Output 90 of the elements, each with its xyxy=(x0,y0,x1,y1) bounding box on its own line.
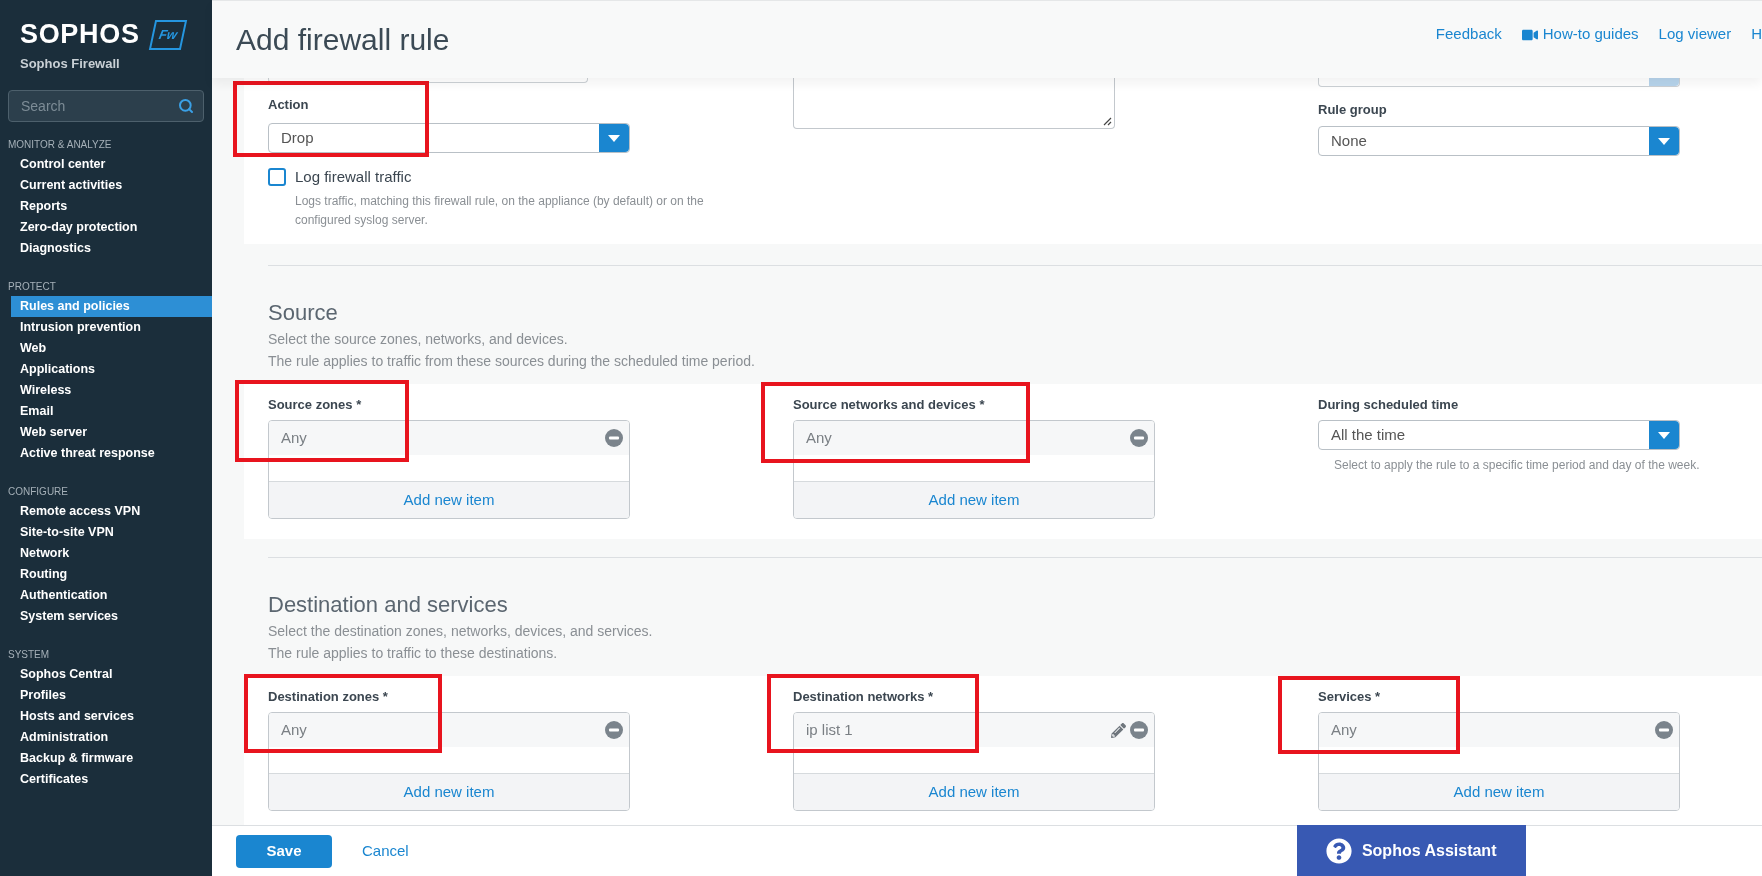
nav-item[interactable]: Control center xyxy=(11,153,212,175)
remove-icon[interactable] xyxy=(1130,721,1148,739)
nav-item[interactable]: Routing xyxy=(11,563,212,585)
field-label: Source zones * xyxy=(268,396,363,414)
nav-item[interactable]: Administration xyxy=(11,726,212,748)
nav-item[interactable]: Sophos Central xyxy=(11,663,212,685)
nav-item[interactable]: Active threat response xyxy=(11,442,212,464)
nav-item[interactable]: Wireless xyxy=(11,379,212,401)
cancel-link[interactable]: Cancel xyxy=(362,839,409,863)
header-link[interactable]: How-to guides xyxy=(1521,23,1639,46)
resize-handle-icon[interactable] xyxy=(1103,117,1112,126)
nav-item[interactable]: Web server xyxy=(11,421,212,443)
input-field[interactable] xyxy=(268,78,588,83)
nav-item[interactable]: Current activities xyxy=(11,174,212,196)
field-label: Destination networks * xyxy=(793,688,935,706)
header-link[interactable]: H xyxy=(1751,23,1762,46)
product-badge: Fw xyxy=(148,20,187,50)
page-title: Add firewall rule xyxy=(236,22,451,58)
nav-item[interactable]: Certificates xyxy=(11,768,212,790)
nav-group-title: SYSTEM xyxy=(7,647,51,662)
field-label: Rule group xyxy=(1318,101,1388,119)
dropdown-button[interactable] xyxy=(599,124,629,152)
field-label: Action xyxy=(268,96,310,114)
checkbox-hint: Logs traffic, matching this firewall rule, on the appliance (by default) or on the configured syslog server. xyxy=(294,192,705,229)
list-item[interactable]: ip list 1 xyxy=(794,713,1154,747)
select-field[interactable]: None xyxy=(1318,126,1680,156)
assistant-button[interactable]: Sophos Assistant xyxy=(1296,825,1526,876)
nav-item[interactable]: Applications xyxy=(11,358,212,380)
caret-icon xyxy=(1658,137,1670,145)
caret-icon xyxy=(608,134,620,142)
add-item-button[interactable]: Add new item xyxy=(269,481,629,518)
nav-item[interactable]: Diagnostics xyxy=(11,237,212,259)
remove-icon[interactable] xyxy=(605,429,623,447)
dropdown-button[interactable] xyxy=(1649,421,1679,449)
section-description: Select the source zones, networks, and devices. xyxy=(268,330,569,349)
field-label: Services * xyxy=(1318,688,1382,706)
help-icon xyxy=(1325,837,1352,864)
list-item[interactable]: Any xyxy=(269,421,629,455)
caret-icon xyxy=(1658,431,1670,439)
select-field[interactable]: Drop xyxy=(268,123,630,153)
nav-item[interactable]: Authentication xyxy=(11,584,212,606)
nav-group-title: PROTECT xyxy=(7,279,57,294)
save-button[interactable]: Save xyxy=(236,834,332,868)
description-field[interactable] xyxy=(793,78,1115,129)
nav-item[interactable]: Hosts and services xyxy=(11,705,212,727)
section-description: The rule applies to traffic from these sources during the scheduled time period. xyxy=(268,352,756,371)
nav-item[interactable]: Web xyxy=(11,337,212,359)
section-description: Select the destination zones, networks, devices, and services. xyxy=(268,622,654,641)
section-title: Destination and services xyxy=(268,591,509,619)
checkbox[interactable] xyxy=(268,168,286,187)
logo-text: SOPHOS xyxy=(20,20,140,48)
add-item-button[interactable]: Add new item xyxy=(269,773,629,810)
nav-item[interactable]: Backup & firmware xyxy=(11,747,212,769)
remove-icon[interactable] xyxy=(1130,429,1148,447)
nav-item[interactable]: Intrusion prevention xyxy=(11,316,212,338)
header-link[interactable]: Feedback xyxy=(1435,23,1502,46)
nav-item[interactable]: Remote access VPN xyxy=(11,500,212,522)
select-field[interactable] xyxy=(1318,78,1680,87)
nav-item[interactable]: Email xyxy=(11,400,212,422)
section-title: Source xyxy=(268,299,339,327)
add-item-button[interactable]: Add new item xyxy=(794,773,1154,810)
field-label: During scheduled time xyxy=(1318,396,1460,414)
add-item-button[interactable]: Add new item xyxy=(794,481,1154,518)
nav-item[interactable]: Network xyxy=(11,542,212,564)
field-label: Destination zones * xyxy=(268,688,389,706)
nav-group-title: CONFIGURE xyxy=(7,484,69,499)
search-icon[interactable] xyxy=(178,97,194,114)
list-item[interactable]: Any xyxy=(269,713,629,747)
nav-item[interactable]: Rules and policies xyxy=(11,295,212,317)
select-field[interactable]: All the time xyxy=(1318,420,1680,450)
field-label: Source networks and devices * xyxy=(793,396,986,414)
nav-item[interactable]: Profiles xyxy=(11,684,212,706)
search-field[interactable]: Search xyxy=(8,89,204,122)
list-item[interactable]: Any xyxy=(1319,713,1679,747)
nav-item[interactable]: Site-to-site VPN xyxy=(11,521,212,543)
remove-icon[interactable] xyxy=(1655,721,1673,739)
nav-group-title: MONITOR & ANALYZE xyxy=(7,137,113,152)
dropdown-button[interactable] xyxy=(1649,127,1679,155)
list-item[interactable]: Any xyxy=(794,421,1154,455)
pencil-icon[interactable] xyxy=(1111,722,1126,738)
nav-item[interactable]: System services xyxy=(11,605,212,627)
nav-item[interactable]: Zero-day protection xyxy=(11,216,212,238)
section-description: The rule applies to traffic to these destinations. xyxy=(268,644,559,663)
add-item-button[interactable]: Add new item xyxy=(1319,773,1679,810)
checkbox-label: Log firewall traffic xyxy=(295,167,412,187)
product-name: Sophos Firewall xyxy=(19,55,121,73)
field-hint: Select to apply the rule to a specific time period and day of the week. xyxy=(1333,457,1701,474)
remove-icon[interactable] xyxy=(605,721,623,739)
nav-item[interactable]: Reports xyxy=(11,195,212,217)
header-link[interactable]: Log viewer xyxy=(1658,23,1732,46)
